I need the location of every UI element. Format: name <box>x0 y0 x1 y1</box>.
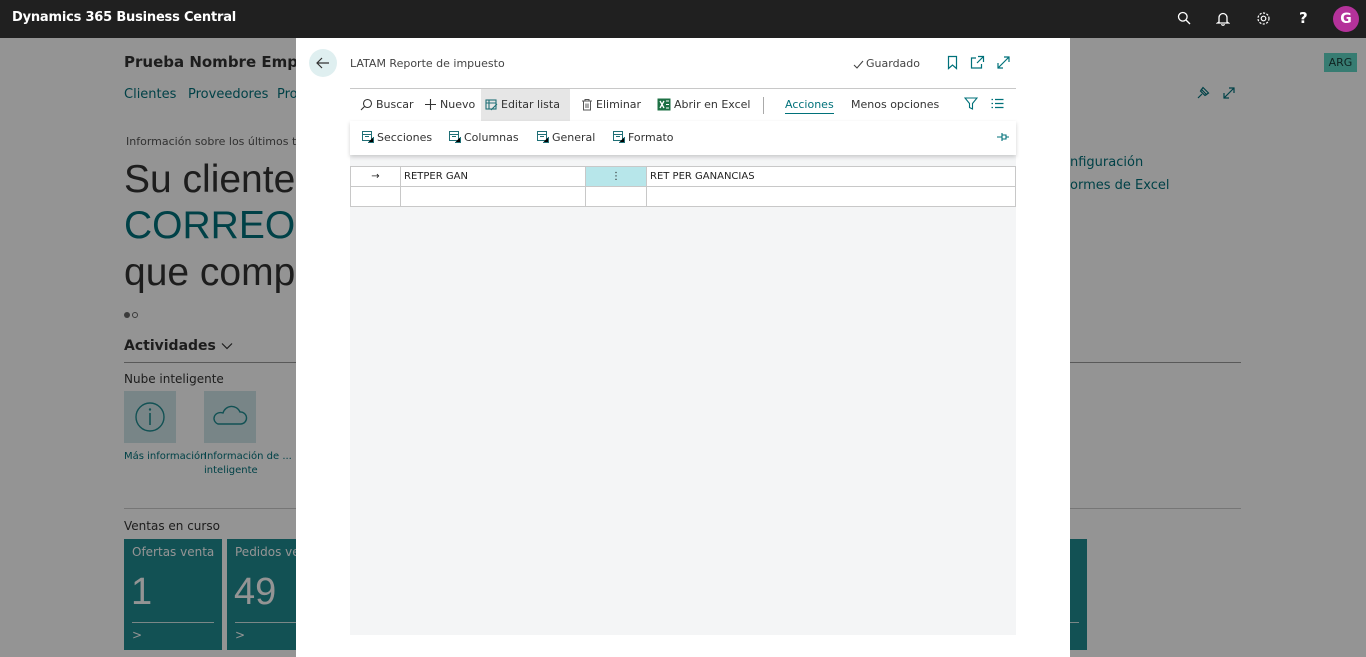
bookmark-icon[interactable] <box>945 55 960 70</box>
buscar-label: Buscar <box>376 98 414 111</box>
row-menu-cell[interactable] <box>586 187 647 206</box>
tab-acciones[interactable]: Acciones <box>781 89 838 121</box>
page-title: LATAM Reporte de impuesto <box>350 57 505 70</box>
app-bar: Dynamics 365 Business Central ? G <box>0 0 1366 38</box>
row-selector-cell[interactable] <box>351 187 401 206</box>
eliminar-button[interactable]: Eliminar <box>577 89 645 121</box>
menos-opciones-button[interactable]: Menos opciones <box>847 89 943 121</box>
plus-icon <box>425 98 436 110</box>
table-row[interactable] <box>350 186 1016 207</box>
action-separator <box>763 97 764 114</box>
back-button[interactable] <box>309 49 337 77</box>
editar-lista-label: Editar lista <box>501 98 560 111</box>
menu-icon <box>449 131 461 143</box>
code-cell[interactable]: RETPER GAN <box>401 167 586 186</box>
menu-icon <box>537 131 549 143</box>
columnas-button[interactable]: Columnas <box>449 131 519 144</box>
menu-icon <box>362 131 374 143</box>
pin-icon[interactable] <box>996 132 1010 142</box>
maximize-icon[interactable] <box>996 55 1011 70</box>
list-dialog: LATAM Reporte de impuesto Guardado Busca… <box>296 38 1070 657</box>
formato-label: Formato <box>628 131 674 144</box>
general-label: General <box>552 131 596 144</box>
nuevo-button[interactable]: Nuevo <box>420 89 479 121</box>
secciones-label: Secciones <box>377 131 433 144</box>
trash-icon <box>582 98 592 110</box>
sub-action-bar: Secciones Columnas General Formato <box>350 121 1016 155</box>
description-cell[interactable]: RET PER GANANCIAS <box>647 167 1015 186</box>
acciones-label: Acciones <box>785 98 834 111</box>
saved-status: Guardado <box>853 57 920 70</box>
gear-icon[interactable] <box>1256 11 1272 27</box>
formato-button[interactable]: Formato <box>613 131 674 144</box>
edit-list-icon <box>485 98 498 110</box>
search-icon[interactable] <box>1177 11 1193 27</box>
list-area: → RETPER GAN ⋮ RET PER GANANCIAS <box>350 155 1016 635</box>
avatar[interactable]: G <box>1333 6 1359 32</box>
editar-lista-button[interactable]: Editar lista <box>481 89 570 121</box>
help-icon[interactable]: ? <box>1299 9 1308 27</box>
table-row[interactable]: → RETPER GAN ⋮ RET PER GANANCIAS <box>350 166 1016 187</box>
app-title[interactable]: Dynamics 365 Business Central <box>12 10 236 25</box>
filter-icon[interactable] <box>964 97 978 110</box>
eliminar-label: Eliminar <box>596 98 642 111</box>
search-icon <box>360 98 373 110</box>
abrir-excel-label: Abrir en Excel <box>674 98 751 111</box>
excel-icon <box>657 98 671 110</box>
nuevo-label: Nuevo <box>440 98 476 111</box>
buscar-button[interactable]: Buscar <box>356 89 418 121</box>
row-menu-icon[interactable]: ⋮ <box>586 167 647 186</box>
back-arrow-icon <box>316 57 329 69</box>
columnas-label: Columnas <box>464 131 519 144</box>
menos-opciones-label: Menos opciones <box>851 98 940 111</box>
action-bar: Buscar Nuevo Editar lista Eliminar Abrir… <box>350 88 1016 121</box>
saved-label: Guardado <box>866 57 921 70</box>
abrir-excel-button[interactable]: Abrir en Excel <box>653 89 754 121</box>
code-cell[interactable] <box>401 187 586 206</box>
menu-icon <box>613 131 625 143</box>
list-view-icon[interactable] <box>991 98 1004 109</box>
open-new-window-icon[interactable] <box>970 55 985 70</box>
description-cell[interactable] <box>647 187 1015 206</box>
check-icon <box>853 60 864 69</box>
bell-icon[interactable] <box>1216 11 1232 27</box>
row-selector-arrow-icon[interactable]: → <box>351 167 401 186</box>
general-button[interactable]: General <box>537 131 595 144</box>
secciones-button[interactable]: Secciones <box>362 131 432 144</box>
